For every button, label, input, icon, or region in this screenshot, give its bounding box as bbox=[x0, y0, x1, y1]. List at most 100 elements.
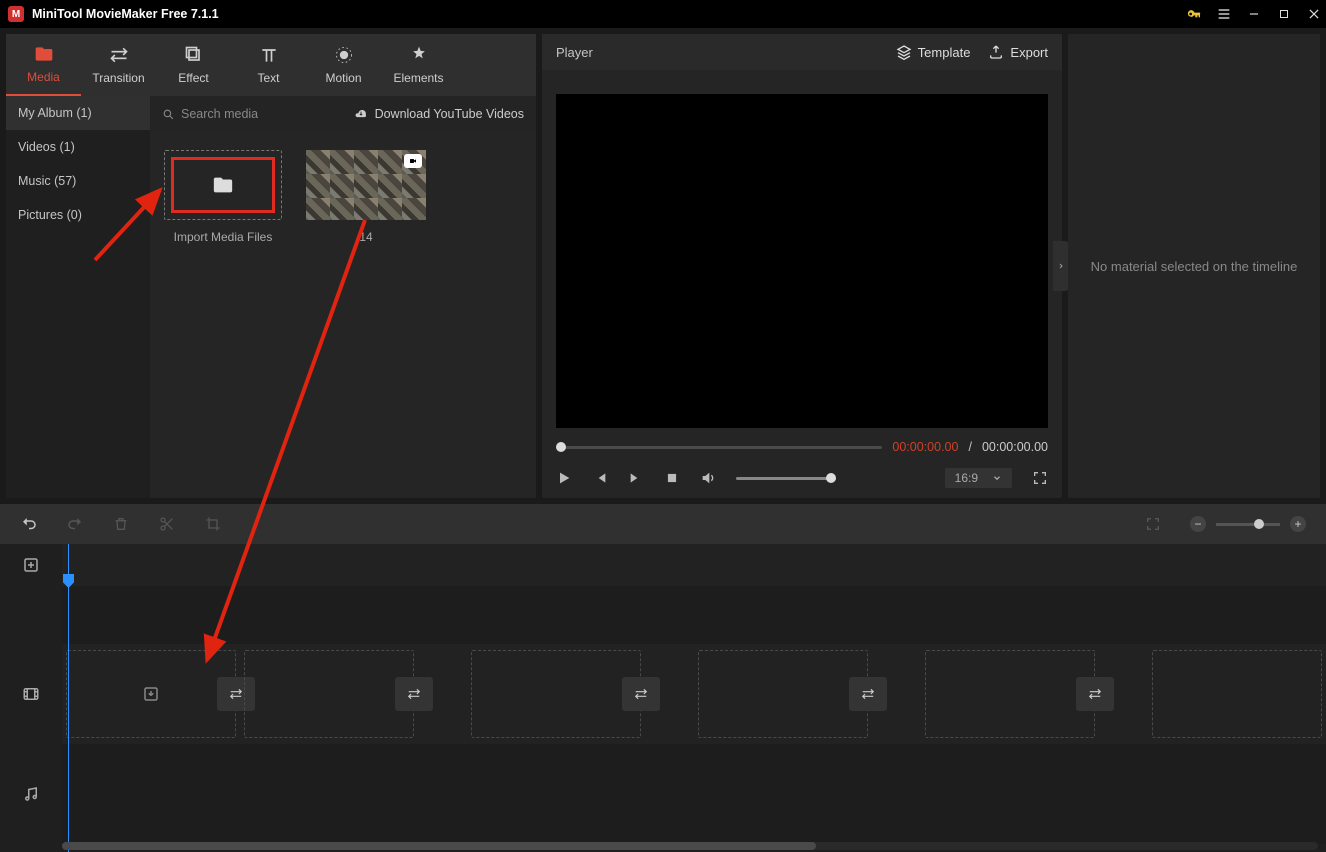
aspect-ratio-select[interactable]: 16:9 bbox=[945, 468, 1012, 488]
sidebar-item-label: Videos (1) bbox=[18, 140, 75, 154]
sidebar-item-pictures[interactable]: Pictures (0) bbox=[6, 198, 150, 232]
tab-label: Transition bbox=[92, 71, 144, 85]
zoom-out-button[interactable]: − bbox=[1190, 516, 1206, 532]
volume-slider[interactable] bbox=[736, 477, 836, 480]
tab-media[interactable]: Media bbox=[6, 34, 81, 96]
time-current: 00:00:00.00 bbox=[892, 440, 958, 454]
transition-slot-button[interactable] bbox=[622, 677, 660, 711]
timeline-scrollbar[interactable] bbox=[62, 842, 1318, 850]
sidebar-item-label: Pictures (0) bbox=[18, 208, 82, 222]
search-input[interactable]: Search media bbox=[162, 107, 258, 121]
template-label: Template bbox=[918, 45, 971, 60]
seek-slider[interactable] bbox=[556, 446, 882, 449]
sidebar-item-music[interactable]: Music (57) bbox=[6, 164, 150, 198]
tab-motion[interactable]: Motion bbox=[306, 34, 381, 96]
template-button[interactable]: Template bbox=[896, 44, 971, 60]
folder-icon bbox=[212, 174, 234, 196]
transition-slot-button[interactable] bbox=[849, 677, 887, 711]
media-sidebar: My Album (1) Videos (1) Music (57) Pictu… bbox=[6, 96, 150, 498]
close-icon[interactable] bbox=[1306, 6, 1322, 22]
chevron-right-icon bbox=[1057, 260, 1065, 272]
volume-button[interactable] bbox=[700, 470, 716, 486]
layers-icon bbox=[896, 44, 912, 60]
key-icon[interactable] bbox=[1186, 6, 1202, 22]
tab-transition[interactable]: Transition bbox=[81, 34, 156, 96]
cloud-download-icon bbox=[353, 107, 369, 121]
search-placeholder: Search media bbox=[181, 107, 258, 121]
audio-track-icon bbox=[0, 744, 62, 844]
import-media-button[interactable] bbox=[164, 150, 282, 220]
stop-button[interactable] bbox=[664, 470, 680, 486]
zoom-in-button[interactable]: + bbox=[1290, 516, 1306, 532]
media-clip-thumbnail[interactable] bbox=[306, 150, 426, 220]
tab-label: Motion bbox=[325, 71, 361, 85]
properties-empty-message: No material selected on the timeline bbox=[1091, 259, 1298, 274]
video-track[interactable] bbox=[62, 644, 1326, 744]
download-youtube-label: Download YouTube Videos bbox=[375, 107, 524, 121]
aspect-ratio-label: 16:9 bbox=[955, 471, 978, 485]
drop-download-icon bbox=[142, 685, 160, 703]
download-youtube-link[interactable]: Download YouTube Videos bbox=[353, 107, 524, 121]
folder-icon bbox=[34, 44, 54, 64]
player-pane: Player Template Export 00:00:00.00 / 00:… bbox=[542, 34, 1062, 498]
undo-button[interactable] bbox=[20, 515, 38, 533]
tab-label: Media bbox=[27, 70, 60, 84]
split-button[interactable] bbox=[158, 515, 176, 533]
sidebar-item-myalbum[interactable]: My Album (1) bbox=[6, 96, 150, 130]
clip-label: 14 bbox=[359, 230, 372, 244]
fit-button[interactable] bbox=[1144, 515, 1162, 533]
timeline-slot[interactable] bbox=[66, 650, 236, 738]
preview-canvas bbox=[556, 94, 1048, 428]
delete-button[interactable] bbox=[112, 515, 130, 533]
tab-label: Text bbox=[257, 71, 279, 85]
timeline-slot[interactable] bbox=[471, 650, 641, 738]
elements-icon bbox=[409, 45, 429, 65]
crop-button[interactable] bbox=[204, 515, 222, 533]
audio-track[interactable] bbox=[62, 744, 1326, 844]
export-icon bbox=[988, 44, 1004, 60]
timeline-slot[interactable] bbox=[925, 650, 1095, 738]
timeline-slot[interactable] bbox=[698, 650, 868, 738]
search-icon bbox=[162, 108, 175, 121]
text-icon bbox=[259, 45, 279, 65]
app-logo: M bbox=[8, 6, 24, 22]
effect-icon bbox=[184, 45, 204, 65]
video-badge-icon bbox=[404, 154, 422, 168]
player-title: Player bbox=[556, 45, 593, 60]
sidebar-item-label: My Album (1) bbox=[18, 106, 92, 120]
sidebar-item-label: Music (57) bbox=[18, 174, 76, 188]
prev-frame-button[interactable] bbox=[592, 470, 608, 486]
toptabs: Media Transition Effect Text Motion Elem… bbox=[6, 34, 536, 96]
tab-label: Elements bbox=[393, 71, 443, 85]
timeline: − + bbox=[0, 504, 1326, 852]
time-separator: / bbox=[968, 440, 971, 454]
export-button[interactable]: Export bbox=[988, 44, 1048, 60]
titlebar: M MiniTool MovieMaker Free 7.1.1 bbox=[0, 0, 1326, 28]
timeline-slot[interactable] bbox=[244, 650, 414, 738]
zoom-slider[interactable] bbox=[1216, 523, 1280, 526]
maximize-icon[interactable] bbox=[1276, 6, 1292, 22]
add-track-button[interactable] bbox=[0, 544, 62, 586]
tab-effect[interactable]: Effect bbox=[156, 34, 231, 96]
fullscreen-button[interactable] bbox=[1032, 470, 1048, 486]
export-label: Export bbox=[1010, 45, 1048, 60]
minimize-icon[interactable] bbox=[1246, 6, 1262, 22]
redo-button[interactable] bbox=[66, 515, 84, 533]
menu-icon[interactable] bbox=[1216, 6, 1232, 22]
media-pane: Media Transition Effect Text Motion Elem… bbox=[6, 34, 536, 498]
transition-slot-button[interactable] bbox=[395, 677, 433, 711]
timeline-slot[interactable] bbox=[1152, 650, 1322, 738]
transition-slot-button[interactable] bbox=[1076, 677, 1114, 711]
sidebar-item-videos[interactable]: Videos (1) bbox=[6, 130, 150, 164]
properties-pane: No material selected on the timeline bbox=[1068, 34, 1320, 498]
time-total: 00:00:00.00 bbox=[982, 440, 1048, 454]
chevron-down-icon bbox=[992, 473, 1002, 483]
tab-elements[interactable]: Elements bbox=[381, 34, 456, 96]
play-button[interactable] bbox=[556, 470, 572, 486]
playhead[interactable] bbox=[68, 544, 69, 852]
tab-text[interactable]: Text bbox=[231, 34, 306, 96]
app-title: MiniTool MovieMaker Free 7.1.1 bbox=[32, 7, 219, 21]
props-expander[interactable] bbox=[1053, 241, 1069, 291]
next-frame-button[interactable] bbox=[628, 470, 644, 486]
transition-icon bbox=[109, 45, 129, 65]
